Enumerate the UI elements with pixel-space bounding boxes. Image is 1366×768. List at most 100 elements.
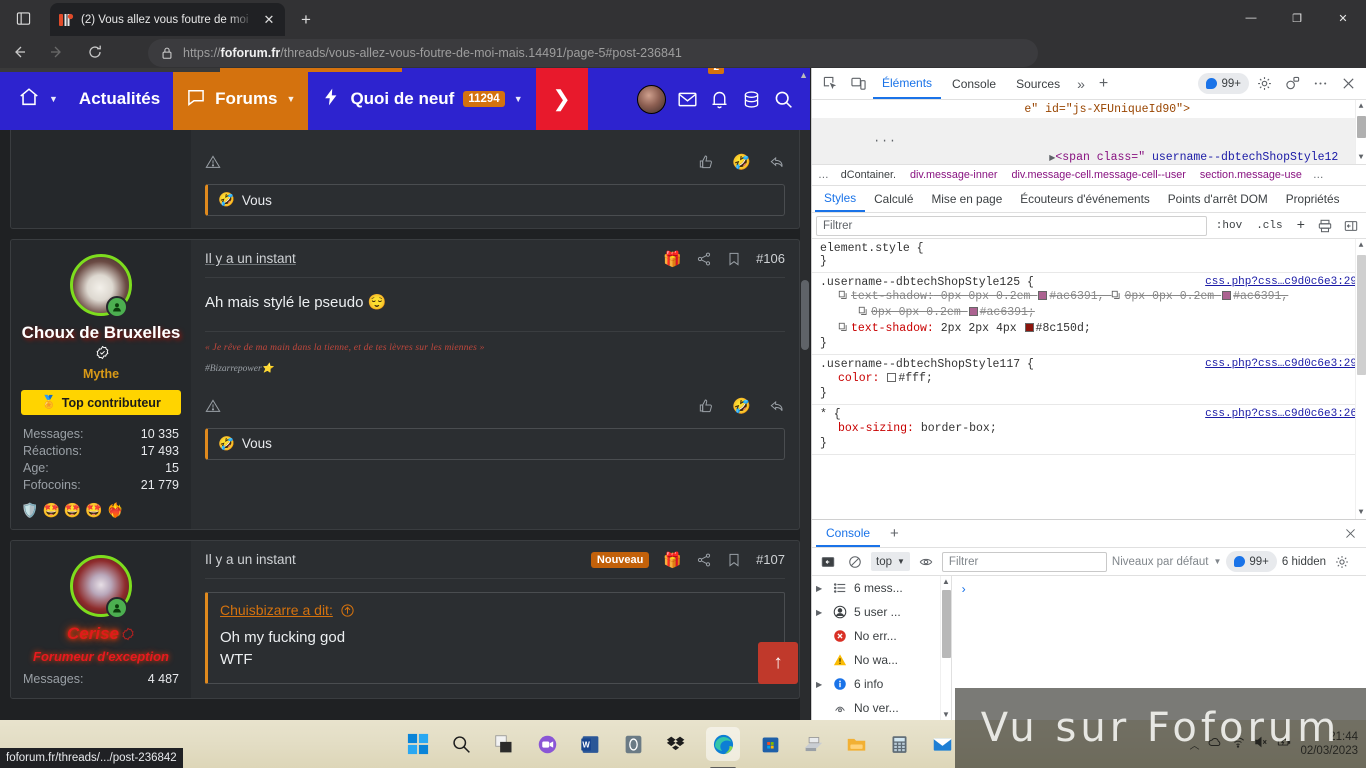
teams-icon[interactable] [534, 731, 560, 757]
tab-elements[interactable]: Éléments [873, 68, 941, 99]
styles-pane[interactable]: element.style { } .username--dbtechShopS… [812, 239, 1366, 519]
volume-muted-icon[interactable] [1254, 735, 1268, 754]
console-sidebar-user-messages[interactable]: ▶ 5 user ... [812, 600, 951, 624]
tab-styles[interactable]: Styles [815, 186, 865, 212]
devtools-more-icon[interactable] [1307, 71, 1333, 97]
store-icon[interactable] [757, 731, 783, 757]
declaration-text-shadow-active[interactable]: text-shadow: 2px 2px 4px #8c150d; [820, 321, 1358, 337]
avatar-wrapper[interactable] [70, 254, 132, 316]
address-bar[interactable]: https://foforum.fr/threads/vous-allez-vo… [148, 39, 1038, 67]
tab-properties[interactable]: Propriétés [1277, 186, 1349, 212]
print-preview-icon[interactable] [1314, 216, 1336, 236]
copy-icon[interactable] [838, 322, 848, 332]
live-expression-icon[interactable] [915, 551, 937, 573]
reply-icon[interactable] [769, 154, 785, 170]
scroll-up-arrow-icon[interactable]: ▲ [1356, 241, 1366, 250]
taskview-icon[interactable] [491, 731, 517, 757]
viewport-scroll-up-arrow[interactable]: ▲ [799, 70, 808, 80]
stylesheet-source-link[interactable]: css.php?css…c9d0c6e3:29 [1205, 276, 1357, 288]
scrollbar-thumb[interactable] [1357, 255, 1366, 375]
close-icon[interactable]: ✕ [261, 12, 277, 28]
tab-event-listeners[interactable]: Écouteurs d'événements [1011, 186, 1158, 212]
window-close-button[interactable]: ✕ [1320, 0, 1366, 36]
like-icon[interactable] [698, 398, 714, 414]
dropbox-icon[interactable] [663, 731, 689, 757]
share-icon[interactable] [696, 552, 712, 568]
customize-devtools-icon[interactable] [1279, 71, 1305, 97]
console-context-select[interactable]: top ▼ [871, 552, 910, 571]
mail-icon[interactable] [929, 731, 955, 757]
issues-badge[interactable]: 99+ [1198, 73, 1249, 94]
inspect-element-icon[interactable] [817, 71, 843, 97]
declaration-box-sizing[interactable]: box-sizing: border-box; [820, 421, 1358, 437]
expand-arrow-icon[interactable]: ▶ [816, 608, 826, 617]
printer-icon[interactable] [800, 731, 826, 757]
drawer-tab-console[interactable]: Console [816, 520, 880, 547]
selector-text[interactable]: * { [820, 408, 841, 421]
breadcrumb-overflow-right[interactable]: … [1309, 169, 1329, 181]
device-toolbar-icon[interactable] [845, 71, 871, 97]
reaction-bar[interactable]: 🤣 Vous [205, 428, 785, 460]
bookmark-icon[interactable] [726, 552, 742, 568]
post-number[interactable]: #107 [756, 552, 785, 567]
color-swatch[interactable] [1025, 323, 1034, 332]
tray-overflow-icon[interactable]: ︿ [1189, 737, 1199, 752]
dom-tree[interactable]: e" id="js-XFUniqueId90"> ··· ▶<span clas… [812, 100, 1366, 164]
tab-sources[interactable]: Sources [1007, 68, 1069, 99]
nav-home[interactable]: ▼ [0, 68, 66, 130]
expand-arrow-icon[interactable]: ▶ [816, 680, 826, 689]
color-swatch[interactable] [1038, 291, 1047, 300]
battery-charging-icon[interactable] [1277, 735, 1291, 754]
console-output[interactable]: › [952, 576, 1366, 720]
quote-header[interactable]: Chuisbizarre a dit: [208, 593, 784, 625]
stylesheet-source-link[interactable]: css.php?css…c9d0c6e3:26 [1205, 408, 1357, 420]
console-levels-select[interactable]: Niveaux par défaut ▼ [1112, 556, 1221, 568]
new-style-rule-button[interactable]: + [1292, 218, 1310, 234]
coins-icon[interactable] [741, 89, 762, 110]
css-rule-universal[interactable]: * { css.php?css…c9d0c6e3:26 box-sizing: … [812, 405, 1366, 455]
tab-dom-breakpoints[interactable]: Points d'arrêt DOM [1159, 186, 1277, 212]
tab-layout[interactable]: Mise en page [922, 186, 1011, 212]
gift-icon[interactable]: 🎁 [663, 551, 682, 569]
wifi-icon[interactable] [1231, 735, 1245, 754]
css-rule-style117[interactable]: .username--dbtechShopStyle117 { css.php?… [812, 355, 1366, 405]
back-icon[interactable] [0, 36, 38, 68]
report-icon[interactable] [205, 154, 221, 170]
share-icon[interactable] [696, 251, 712, 267]
styles-filter-input[interactable]: Filtrer [816, 216, 1207, 236]
gear-icon[interactable] [1251, 71, 1277, 97]
tab-computed[interactable]: Calculé [865, 186, 922, 212]
css-rule-style125[interactable]: .username--dbtechShopStyle125 { css.php?… [812, 273, 1366, 355]
tab-actions-icon[interactable] [10, 6, 36, 30]
css-rule-element-style[interactable]: element.style { } [812, 239, 1366, 273]
hidden-messages-count[interactable]: 6 hidden [1282, 556, 1326, 568]
declaration-color[interactable]: color: #fff; [820, 371, 1358, 387]
search-icon[interactable] [448, 731, 474, 757]
scrollbar-thumb[interactable] [801, 280, 809, 350]
gift-icon[interactable]: 🎁 [663, 250, 682, 268]
stylesheet-source-link[interactable]: css.php?css…c9d0c6e3:29 [1205, 358, 1357, 370]
breadcrumb-overflow-left[interactable]: … [814, 169, 834, 181]
bookmark-icon[interactable] [726, 251, 742, 267]
post-author-name[interactable]: Choux de Bruxelles [21, 323, 181, 364]
breadcrumb-item[interactable]: div.message-cell.message-cell--user [1004, 169, 1192, 181]
reaction-bar[interactable]: 🤣 Vous [205, 184, 785, 216]
start-icon[interactable] [405, 731, 431, 757]
post-timestamp[interactable]: Il y a un instant [205, 552, 296, 567]
reload-icon[interactable] [76, 36, 114, 68]
quote-author[interactable]: Chuisbizarre a dit: [220, 602, 333, 618]
nav-overflow-button[interactable]: ❯ [536, 68, 588, 130]
breadcrumb-item[interactable]: div.message-inner [903, 169, 1004, 181]
chevron-down-icon[interactable]: ▼ [514, 94, 523, 104]
console-issues-badge[interactable]: 99+ [1226, 551, 1277, 572]
opera-icon[interactable] [620, 731, 646, 757]
laughing-emoji-icon[interactable]: 🤣 [732, 153, 751, 171]
declaration-text-shadow-disabled-cont[interactable]: 0px 0px 0.2em #ac6391; [820, 305, 1358, 321]
report-icon[interactable] [205, 398, 221, 414]
scroll-up-arrow-icon[interactable]: ▲ [941, 577, 951, 586]
clear-console-icon[interactable] [844, 551, 866, 573]
scroll-down-arrow-icon[interactable]: ▼ [941, 710, 951, 719]
scrollbar-thumb[interactable] [1357, 116, 1366, 138]
scroll-up-arrow-icon[interactable]: ▲ [1356, 102, 1366, 111]
new-tab-button[interactable]: + [294, 8, 318, 32]
